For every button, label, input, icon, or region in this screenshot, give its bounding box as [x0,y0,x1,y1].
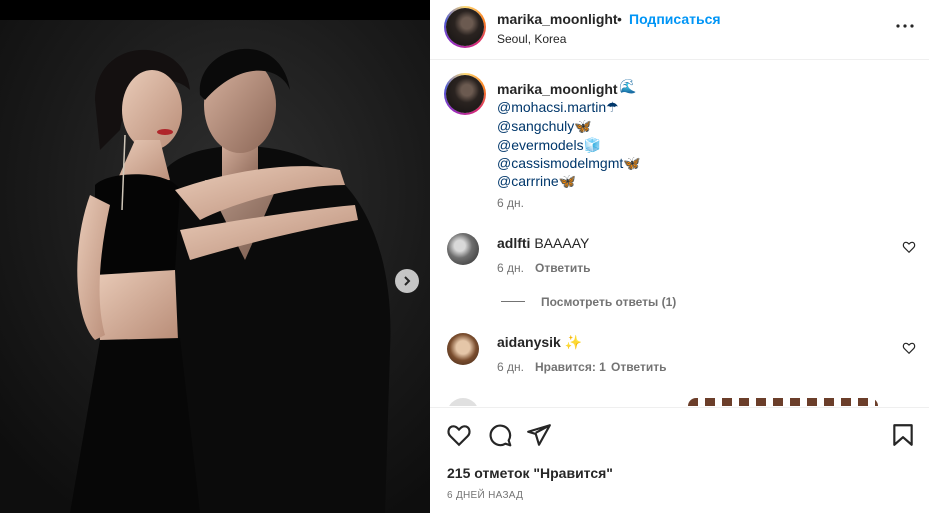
reply-button[interactable]: Ответить [535,261,590,275]
commenter-avatar[interactable] [447,333,479,365]
heart-icon[interactable] [446,422,472,448]
replies-divider [501,301,525,302]
comment-body: ✨ [564,334,583,350]
next-comment-peek [430,398,929,406]
photo-top-bar [0,0,430,20]
comment-text: aidanysik ✨ [497,334,582,351]
view-replies-button[interactable]: Посмотреть ответы (1) [541,295,676,309]
comment-text: adlfti BAAAAY [497,235,589,251]
comment-icon[interactable] [487,422,513,448]
post-actions: 215 отметок "Нравится" 6 ДНЕЙ НАЗАД [430,407,929,513]
mention-link[interactable]: @mohacsi.martin☂ [497,99,619,116]
post-date[interactable]: 6 ДНЕЙ НАЗАД [447,490,523,501]
mention-link[interactable]: @carrrine🦋 [497,173,576,190]
post-location[interactable]: Seoul, Korea [497,32,566,46]
heart-icon[interactable] [902,240,916,254]
comment-time[interactable]: 6 дн. [497,261,524,275]
chevron-right-icon [404,276,411,286]
caption-emoji: 🌊 [619,78,637,94]
mention-link[interactable]: @cassismodelmgmt🦋 [497,155,641,172]
post-header: marika_moonlight • Подписаться Seoul, Ko… [430,0,929,60]
author-avatar[interactable] [444,6,486,48]
likes-count[interactable]: 215 отметок "Нравится" [447,465,613,481]
post-side-panel: marika_moonlight • Подписаться Seoul, Ko… [430,0,929,513]
next-photo-button[interactable] [395,269,419,293]
comment-time[interactable]: 6 дн. [497,360,524,374]
post-media [0,0,430,513]
heart-icon[interactable] [902,341,916,355]
caption-username[interactable]: marika_moonlight [497,81,618,97]
more-icon[interactable] [893,14,917,38]
commenter-avatar[interactable] [447,233,479,265]
caption-time[interactable]: 6 дн. [497,196,524,210]
header-separator: • [617,11,622,27]
comment-likes-count[interactable]: Нравится: 1 [535,360,606,374]
caption-avatar[interactable] [444,73,486,115]
comments-section[interactable]: marika_moonlight 🌊 @mohacsi.martin☂ @san… [430,61,929,406]
mention-link[interactable]: @sangchuly🦋 [497,118,592,135]
bookmark-icon[interactable] [890,422,916,448]
commenter-username[interactable]: adlfti [497,235,530,251]
author-username[interactable]: marika_moonlight [497,11,618,27]
share-icon[interactable] [526,422,552,448]
reply-button[interactable]: Ответить [611,360,666,374]
post-photo[interactable] [0,20,430,513]
follow-button[interactable]: Подписаться [629,11,721,27]
mention-link[interactable]: @evermodels🧊 [497,137,601,154]
comment-body: BAAAAY [534,235,590,251]
commenter-username[interactable]: aidanysik [497,334,561,350]
